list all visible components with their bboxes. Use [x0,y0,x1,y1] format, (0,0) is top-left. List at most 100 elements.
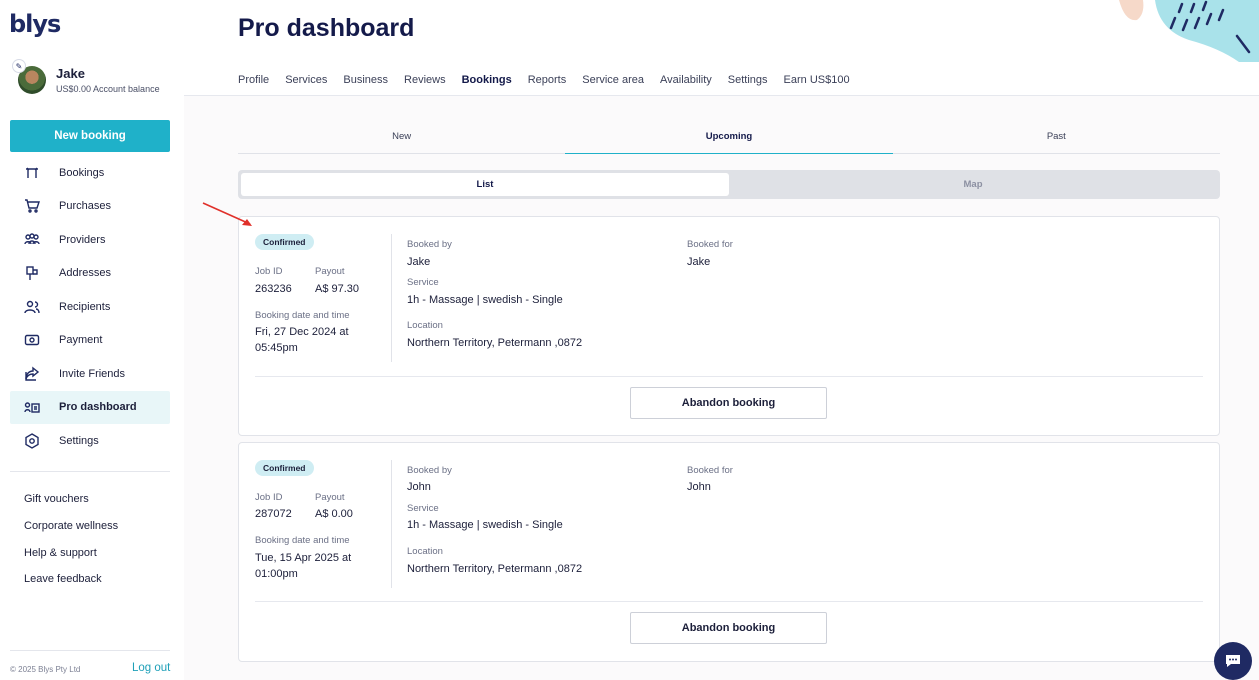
tab-business[interactable]: Business [343,74,388,96]
sidebar-divider [10,471,170,472]
blys-logo[interactable]: blys [9,10,61,38]
booked-by-value: Jake [407,256,431,268]
tab-services[interactable]: Services [285,74,327,96]
abandon-booking-button[interactable]: Abandon booking [630,387,827,419]
account-balance: US$0.00 Account balance [56,84,160,94]
tab-earn[interactable]: Earn US$100 [784,74,850,96]
people-icon [23,231,41,249]
abandon-booking-button[interactable]: Abandon booking [630,612,827,644]
corporate-wellness-link[interactable]: Corporate wellness [24,513,118,540]
service-label: Service [407,503,439,514]
payment-icon [23,331,41,349]
location-label: Location [407,546,443,557]
booked-for-value: Jake [687,256,711,268]
profile-summary[interactable]: ✎ Jake US$0.00 Account balance [13,60,160,94]
tab-upcoming[interactable]: Upcoming [565,120,893,154]
users-icon [23,298,41,316]
sidebar-item-recipients[interactable]: Recipients [10,290,170,324]
sidebar: blys ✎ Jake US$0.00 Account balance New … [0,0,184,680]
status-badge: Confirmed [255,460,314,476]
avatar[interactable]: ✎ [13,60,46,94]
cart-icon [23,197,41,215]
booking-card[interactable]: Confirmed Job ID Payout 263236 A$ 97.30 … [238,216,1220,436]
card-separator [255,601,1203,602]
annotation-arrow-icon [200,200,260,237]
mailbox-icon [23,264,41,282]
sidebar-item-label: Addresses [59,267,111,280]
pro-dashboard-icon [23,398,41,416]
card-separator [255,376,1203,377]
profile-name: Jake [56,66,85,81]
sidebar-item-label: Bookings [59,166,105,179]
sidebar-item-pro-dashboard[interactable]: Pro dashboard [10,390,170,424]
help-support-link[interactable]: Help & support [24,539,118,566]
leave-feedback-link[interactable]: Leave feedback [24,566,118,593]
job-id-label: Job ID [255,492,283,503]
sidebar-item-label: Providers [59,233,106,246]
sidebar-item-addresses[interactable]: Addresses [10,257,170,291]
booking-date-label: Booking date and time [255,310,350,321]
booking-date-line2: 05:45pm [255,342,298,354]
share-icon [23,365,41,383]
location-value: Northern Territory, Petermann ,0872 [407,337,583,349]
payout-label: Payout [315,266,345,277]
tab-new[interactable]: New [238,120,565,153]
booking-card[interactable]: Confirmed Job ID Payout 287072 A$ 0.00 B… [238,442,1220,662]
chat-button[interactable] [1214,642,1252,680]
sidebar-item-label: Payment [59,334,103,347]
location-label: Location [407,320,443,331]
tab-past[interactable]: Past [893,120,1220,153]
new-booking-button[interactable]: New booking [10,120,170,152]
map-view-button[interactable]: Map [729,173,1217,196]
list-view-button[interactable]: List [241,173,729,196]
tab-reports[interactable]: Reports [528,74,567,96]
sidebar-divider [10,650,170,651]
sidebar-item-label: Purchases [59,200,111,213]
tab-service-area[interactable]: Service area [582,74,644,96]
decorative-graphic [1119,0,1259,62]
job-id-label: Job ID [255,266,283,277]
sidebar-item-settings[interactable]: Settings [10,424,170,458]
booked-by-label: Booked by [407,465,452,476]
sidebar-item-purchases[interactable]: Purchases [10,190,170,224]
service-label: Service [407,277,439,288]
logout-link[interactable]: Log out [132,662,170,674]
copyright: © 2025 Blys Pty Ltd [10,665,81,674]
chat-icon [1226,655,1240,667]
service-value: 1h - Massage | swedish - Single [407,294,563,306]
tab-settings[interactable]: Settings [728,74,768,96]
booked-for-value: John [687,481,711,493]
payout-value: A$ 97.30 [315,283,360,295]
sidebar-item-providers[interactable]: Providers [10,223,170,257]
view-toggle: List Map [238,170,1220,199]
gear-icon [23,432,41,450]
tab-availability[interactable]: Availability [660,74,712,96]
tab-reviews[interactable]: Reviews [404,74,446,96]
main-content: New Upcoming Past List Map Confirmed Job… [184,96,1259,680]
booked-for-label: Booked for [687,465,733,476]
booking-date-line2: 01:00pm [255,568,298,580]
sidebar-item-invite-friends[interactable]: Invite Friends [10,357,170,391]
payout-label: Payout [315,492,345,503]
tab-profile[interactable]: Profile [238,74,269,96]
bookings-icon [23,164,41,182]
booked-for-label: Booked for [687,239,733,250]
sidebar-item-label: Pro dashboard [59,401,137,414]
tab-bookings[interactable]: Bookings [461,74,512,97]
edit-avatar-icon[interactable]: ✎ [13,60,25,72]
service-value: 1h - Massage | swedish - Single [407,519,563,531]
sidebar-item-payment[interactable]: Payment [10,324,170,358]
job-id-value: 263236 [255,283,292,295]
job-id-value: 287072 [255,508,292,520]
sidebar-links: Gift vouchers Corporate wellness Help & … [24,486,118,593]
booking-date-label: Booking date and time [255,535,350,546]
booking-date-line1: Fri, 27 Dec 2024 at [255,326,349,338]
sidebar-item-label: Settings [59,434,99,447]
status-badge: Confirmed [255,234,314,250]
gift-vouchers-link[interactable]: Gift vouchers [24,486,118,513]
location-value: Northern Territory, Petermann ,0872 [407,563,583,575]
sidebar-nav: Bookings Purchases Providers Addresses R… [10,156,170,458]
sidebar-item-label: Recipients [59,300,111,313]
sidebar-item-bookings[interactable]: Bookings [10,156,170,190]
booked-by-label: Booked by [407,239,452,250]
